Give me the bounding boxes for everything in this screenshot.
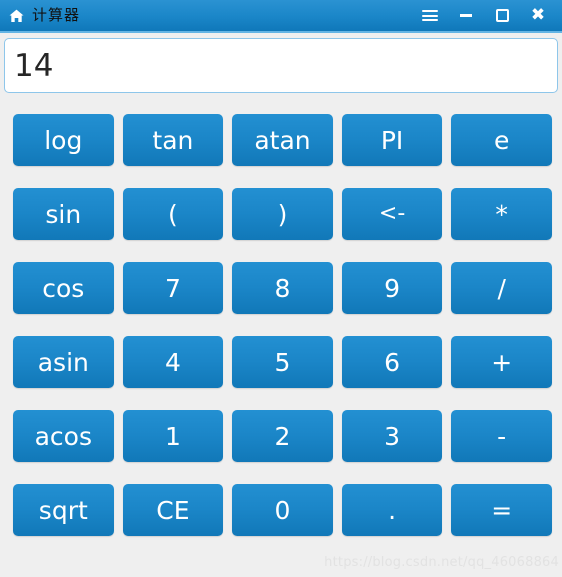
calculator-window: 计算器 ✖ 14 log tan atan PI e sin () <- * … [0,0,562,577]
key-tan[interactable]: tan [122,114,224,166]
key-atan[interactable]: atan [232,114,333,166]
display-input[interactable]: 14 [4,38,558,93]
keypad-row: log tan atan PI e [13,114,552,166]
key-log[interactable]: log [13,114,114,166]
key-asin[interactable]: asin [13,336,114,388]
keypad-row: acos 1 2 3 - [13,410,552,462]
keypad: log tan atan PI e sin ( ) <- * cos 7 8 9… [0,93,562,536]
title-bar: 计算器 ✖ [0,0,562,33]
key-divide[interactable]: / [451,262,552,314]
key-backspace[interactable]: <- [341,188,443,240]
key-9[interactable]: 9 [341,262,443,314]
key-1[interactable]: 1 [122,410,224,462]
watermark: https://blog.csdn.net/qq_46068864 [324,555,559,570]
window-controls: ✖ [420,6,556,26]
key-8[interactable]: 8 [232,262,333,314]
title-bar-left: 计算器 [8,8,80,24]
key-sin[interactable]: sin [13,188,114,240]
key-2[interactable]: 2 [232,410,333,462]
key-minus[interactable]: - [451,410,552,462]
maximize-icon[interactable] [492,6,512,26]
keypad-row: sin ( ) <- * [13,188,552,240]
close-icon[interactable]: ✖ [528,6,548,26]
key-paren-close[interactable]: ) [232,188,333,240]
key-decimal[interactable]: . [341,484,443,536]
keypad-row: cos 7 8 9 / [13,262,552,314]
key-4[interactable]: 4 [122,336,224,388]
minimize-icon[interactable] [456,6,476,26]
key-paren-open[interactable]: ( [122,188,224,240]
key-plus[interactable]: + [451,336,552,388]
home-icon [9,9,24,22]
key-equals[interactable]: = [451,484,552,536]
key-sqrt[interactable]: sqrt [13,484,114,536]
key-3[interactable]: 3 [341,410,443,462]
key-clear[interactable]: CE [122,484,224,536]
key-0[interactable]: 0 [232,484,333,536]
key-pi[interactable]: PI [341,114,443,166]
keypad-row: sqrt CE 0 . = [13,484,552,536]
key-6[interactable]: 6 [341,336,443,388]
hamburger-icon[interactable] [420,6,440,26]
keypad-row: asin 4 5 6 + [13,336,552,388]
window-title: 计算器 [32,6,81,24]
key-7[interactable]: 7 [122,262,224,314]
key-cos[interactable]: cos [13,262,114,314]
key-e[interactable]: e [451,114,552,166]
key-acos[interactable]: acos [13,410,114,462]
key-multiply[interactable]: * [451,188,552,240]
display-area: 14 [0,33,562,93]
key-5[interactable]: 5 [232,336,333,388]
